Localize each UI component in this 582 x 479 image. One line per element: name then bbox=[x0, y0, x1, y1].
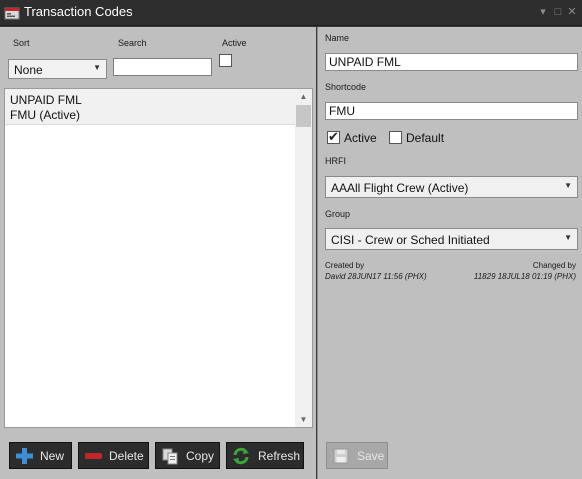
group-label: Group bbox=[325, 209, 351, 219]
hrfi-dropdown-value: AAAll Flight Crew (Active) bbox=[331, 181, 469, 195]
created-by-label: Created by bbox=[325, 261, 365, 270]
refresh-icon bbox=[233, 447, 249, 465]
window-title: Transaction Codes bbox=[24, 4, 133, 19]
refresh-button-label: Refresh bbox=[258, 449, 301, 463]
delete-button-label: Delete bbox=[109, 449, 144, 463]
minus-icon bbox=[85, 453, 102, 459]
default-checkbox[interactable] bbox=[389, 131, 402, 144]
changed-by-label: Changed by bbox=[532, 261, 576, 270]
maximize-icon[interactable]: □ bbox=[552, 5, 564, 19]
active-filter-checkbox[interactable] bbox=[219, 54, 232, 67]
close-icon[interactable]: ✕ bbox=[566, 5, 578, 19]
changed-by-value: 11829 18JUL18 01:19 (PHX) bbox=[473, 272, 576, 281]
title-bar: Transaction Codes ▾ □ ✕ bbox=[0, 0, 582, 26]
chevron-down-icon: ▼ bbox=[564, 233, 572, 242]
group-dropdown-value: CISI - Crew or Sched Initiated bbox=[331, 233, 490, 247]
search-label: Search bbox=[118, 38, 147, 48]
chevron-down-icon: ▼ bbox=[93, 63, 101, 72]
shortcode-field[interactable] bbox=[325, 102, 578, 120]
scroll-up-icon[interactable]: ▲ bbox=[295, 89, 312, 104]
scroll-down-icon[interactable]: ▼ bbox=[295, 412, 312, 427]
detail-panel: Name Shortcode Active Default HRFI AAAll… bbox=[317, 27, 582, 479]
scroll-thumb[interactable] bbox=[296, 105, 311, 127]
sort-dropdown[interactable]: None ▼ bbox=[8, 59, 107, 79]
name-field[interactable] bbox=[325, 53, 578, 71]
new-button[interactable]: New bbox=[9, 442, 72, 469]
active-checkbox-label: Active bbox=[344, 131, 377, 145]
window-menu-chevron-icon[interactable]: ▾ bbox=[537, 5, 549, 19]
save-button-label: Save bbox=[357, 449, 385, 463]
name-label: Name bbox=[325, 33, 350, 43]
created-by-value: David 28JUN17 11:56 (PHX) bbox=[325, 272, 427, 281]
list-scrollbar[interactable]: ▲ ▼ bbox=[295, 89, 312, 427]
default-checkbox-label: Default bbox=[406, 131, 445, 145]
list-button-bar: New Delete Copy Refresh bbox=[0, 429, 316, 479]
transaction-code-list[interactable]: UNPAID FML FMU (Active) ▲ ▼ bbox=[4, 88, 313, 428]
hrfi-dropdown[interactable]: AAAll Flight Crew (Active) ▼ bbox=[325, 176, 578, 198]
group-dropdown[interactable]: CISI - Crew or Sched Initiated ▼ bbox=[325, 228, 578, 250]
sort-label: Sort bbox=[13, 38, 30, 48]
new-button-label: New bbox=[40, 449, 65, 463]
copy-icon bbox=[162, 448, 178, 465]
plus-icon bbox=[16, 448, 33, 464]
search-input[interactable] bbox=[113, 58, 212, 76]
refresh-button[interactable]: Refresh bbox=[226, 442, 304, 469]
chevron-down-icon: ▼ bbox=[564, 181, 572, 190]
list-panel: Sort Search Active None ▼ UNPAID FML FMU… bbox=[0, 27, 316, 479]
active-filter-label: Active bbox=[222, 38, 247, 48]
hrfi-label: HRFI bbox=[325, 156, 346, 166]
active-checkbox[interactable] bbox=[327, 129, 340, 145]
list-item-name: UNPAID FML bbox=[10, 93, 82, 107]
sort-dropdown-value: None bbox=[14, 63, 43, 77]
delete-button[interactable]: Delete bbox=[78, 442, 149, 469]
list-item[interactable]: UNPAID FML FMU (Active) bbox=[5, 89, 295, 125]
floppy-disk-icon bbox=[333, 448, 349, 464]
list-item-detail: FMU (Active) bbox=[10, 108, 80, 122]
copy-button-label: Copy bbox=[186, 449, 215, 463]
copy-button[interactable]: Copy bbox=[155, 442, 220, 469]
shortcode-label: Shortcode bbox=[325, 82, 367, 92]
app-icon bbox=[4, 7, 20, 20]
save-button[interactable]: Save bbox=[326, 442, 388, 469]
